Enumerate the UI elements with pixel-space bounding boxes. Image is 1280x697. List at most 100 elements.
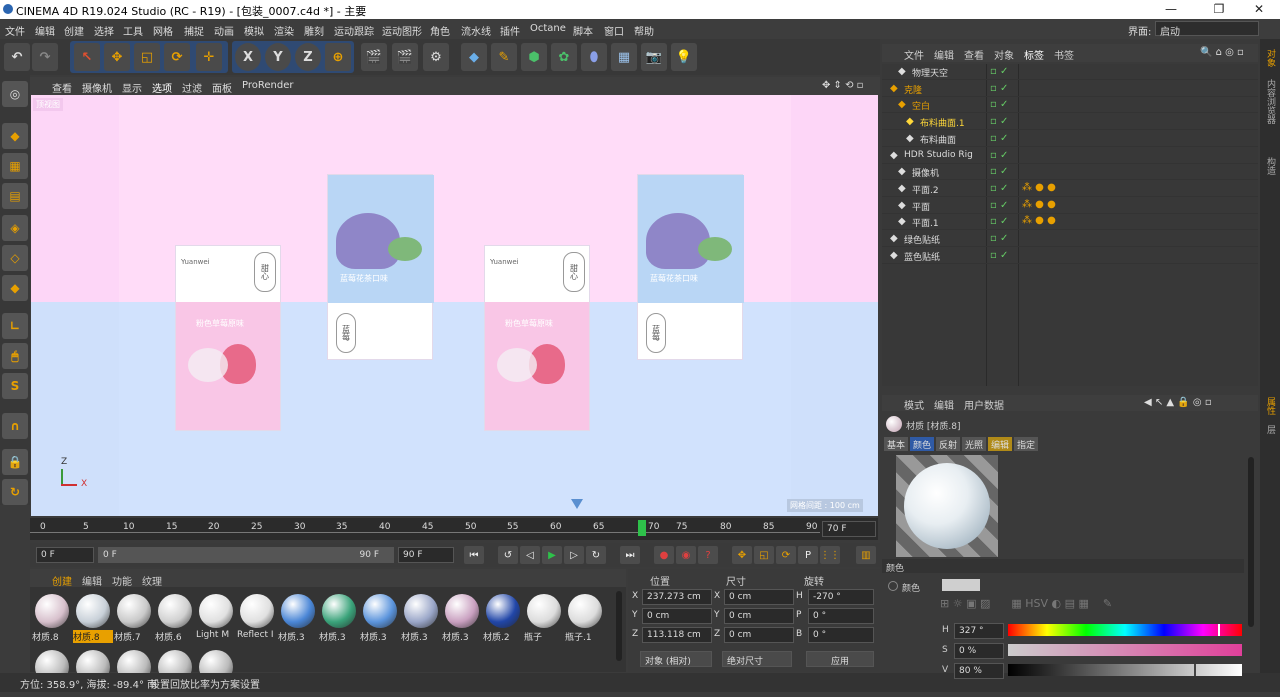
go-to-start-icon[interactable]: ⏮ bbox=[464, 546, 484, 564]
position-field[interactable]: 237.273 cm bbox=[642, 589, 712, 605]
texture-mode-icon[interactable]: ▦ bbox=[2, 153, 28, 179]
frame-range-slider[interactable]: 0 F 90 F bbox=[98, 547, 394, 563]
side-tab-structure[interactable]: 构造 bbox=[1264, 157, 1277, 175]
viewport-nav-icons[interactable]: ✥ ⇕ ⟲ ▫ bbox=[822, 80, 863, 91]
material-swatch[interactable]: 材质.2 bbox=[483, 591, 523, 643]
material-swatch[interactable]: 材质.3 bbox=[278, 591, 318, 643]
rotation-field[interactable]: -270 ° bbox=[808, 589, 874, 605]
tab-assign[interactable]: 指定 bbox=[1014, 437, 1039, 451]
visibility-icon[interactable]: ▫ ✓ bbox=[990, 133, 1008, 144]
object-row[interactable]: ◆ HDR Studio Rig ▫ ✓ bbox=[882, 148, 1258, 164]
position-field[interactable]: 113.118 cm bbox=[642, 627, 712, 643]
tab-basic[interactable]: 基本 bbox=[884, 437, 909, 451]
menu-tools[interactable]: 工具 bbox=[123, 23, 143, 38]
record-icon[interactable]: ● bbox=[654, 546, 674, 564]
attr-nav-icons[interactable]: ◀ ↖ ▲ 🔒 ◎ ▫ bbox=[1144, 397, 1212, 408]
side-tab-content-browser[interactable]: 内容浏览器 bbox=[1264, 79, 1277, 124]
render-view-icon[interactable]: 🎬 bbox=[361, 43, 387, 71]
vp-menu-display[interactable]: 显示 bbox=[122, 80, 142, 95]
mat-menu-create[interactable]: 创建 bbox=[52, 573, 72, 588]
timeline[interactable]: 0 5 10 15 20 25 30 35 40 45 50 55 60 65 … bbox=[30, 518, 878, 540]
menu-create[interactable]: 创建 bbox=[64, 23, 84, 38]
close-icon[interactable]: ✕ bbox=[1248, 2, 1270, 16]
obj-menu-bookmarks[interactable]: 书签 bbox=[1054, 47, 1074, 62]
object-row[interactable]: ◆ 平面 ▫ ✓ ⁂ ● ● bbox=[882, 198, 1258, 214]
saturation-field[interactable]: 0 % bbox=[954, 643, 1004, 659]
obj-menu-tags[interactable]: 标签 bbox=[1024, 47, 1044, 62]
saturation-slider[interactable] bbox=[1008, 644, 1242, 656]
menu-snap[interactable]: 捕捉 bbox=[184, 23, 204, 38]
hue-field[interactable]: 327 ° bbox=[954, 623, 1004, 639]
rotation-field[interactable]: 0 ° bbox=[808, 627, 874, 643]
viewport[interactable]: 顶视图 Yuanwei 甜心 粉色草莓原味 Yuanwei 甜心 粉色草莓原味 … bbox=[31, 95, 878, 516]
y-axis-lock[interactable]: Y bbox=[265, 43, 291, 71]
object-row[interactable]: ◆ 摄像机 ▫ ✓ bbox=[882, 164, 1258, 181]
tab-reflectance[interactable]: 反射 bbox=[936, 437, 961, 451]
vp-menu-filter[interactable]: 过滤 bbox=[182, 80, 202, 95]
tab-editor[interactable]: 编辑 bbox=[988, 437, 1013, 451]
material-swatch[interactable]: Light M bbox=[196, 591, 236, 641]
material-tag-icons[interactable]: ⁂ ● ● bbox=[1022, 199, 1056, 210]
floor-icon[interactable]: ▦ bbox=[611, 43, 637, 71]
camera-icon[interactable]: 📷 bbox=[641, 43, 667, 71]
object-row[interactable]: ◆ 布料曲面 ▫ ✓ bbox=[882, 131, 1258, 147]
menu-pipeline[interactable]: 流水线 bbox=[461, 23, 491, 38]
tab-illumination[interactable]: 光照 bbox=[962, 437, 987, 451]
vp-menu-view[interactable]: 查看 bbox=[52, 80, 72, 95]
material-swatch[interactable]: 材质.3 bbox=[401, 591, 441, 643]
rotate-tool-icon[interactable]: ⟳ bbox=[164, 43, 190, 71]
next-key-icon[interactable]: ↻ bbox=[586, 546, 606, 564]
end-frame-field[interactable]: 90 F bbox=[398, 547, 454, 563]
material-swatch[interactable]: 材质.7 bbox=[114, 591, 154, 643]
pen-icon[interactable]: ✎ bbox=[491, 43, 517, 71]
menu-help[interactable]: 帮助 bbox=[634, 23, 654, 38]
axis-mode-icon[interactable]: ∟ bbox=[2, 313, 28, 339]
size-field[interactable]: 0 cm bbox=[724, 608, 794, 624]
obj-menu-edit[interactable]: 编辑 bbox=[934, 47, 954, 62]
material-swatch[interactable]: 瓶子 bbox=[524, 591, 564, 643]
menu-motion-tracker[interactable]: 运动跟踪 bbox=[334, 23, 374, 38]
side-tab-attributes[interactable]: 属性 bbox=[1264, 397, 1277, 415]
visibility-icon[interactable]: ▫ ✓ bbox=[990, 99, 1008, 110]
workplane-mode-icon[interactable]: ▤ bbox=[2, 183, 28, 209]
value-field[interactable]: 80 % bbox=[954, 663, 1004, 679]
object-row[interactable]: ◆ 平面.1 ▫ ✓ ⁂ ● ● bbox=[882, 214, 1258, 231]
material-swatch[interactable]: 材质.3 bbox=[360, 591, 400, 643]
deformer-icon[interactable]: ⬮ bbox=[581, 43, 607, 71]
visibility-icon[interactable]: ▫ ✓ bbox=[990, 216, 1008, 227]
object-row[interactable]: ◆ 物理天空 ▫ ✓ bbox=[882, 64, 1258, 80]
autokey-icon[interactable]: ◉ bbox=[676, 546, 696, 564]
next-frame-icon[interactable]: ▷ bbox=[564, 546, 584, 564]
mat-menu-function[interactable]: 功能 bbox=[112, 573, 132, 588]
scale-tool-icon[interactable]: ◱ bbox=[134, 43, 160, 71]
transform-tool-icon[interactable]: ✛ bbox=[196, 43, 222, 71]
visibility-icon[interactable]: ▫ ✓ bbox=[990, 166, 1008, 177]
key-pla-icon[interactable]: ⋮⋮ bbox=[820, 546, 840, 564]
visibility-icon[interactable]: ▫ ✓ bbox=[990, 150, 1008, 161]
key-rotation-icon[interactable]: ⟳ bbox=[776, 546, 796, 564]
attr-scrollbar[interactable] bbox=[1248, 457, 1254, 627]
make-editable-icon[interactable]: ◎ bbox=[2, 81, 28, 107]
coordinate-system-icon[interactable]: ⊕ bbox=[325, 43, 351, 71]
vp-menu-prorender[interactable]: ProRender bbox=[242, 80, 293, 91]
hue-slider[interactable] bbox=[1008, 624, 1242, 636]
size-field[interactable]: 0 cm bbox=[724, 627, 794, 643]
redo-icon[interactable]: ↷ bbox=[32, 43, 58, 71]
visibility-icon[interactable]: ▫ ✓ bbox=[990, 183, 1008, 194]
select-tool-icon[interactable]: ↖ bbox=[74, 43, 100, 71]
light-icon[interactable]: 💡 bbox=[671, 43, 697, 71]
object-row[interactable]: ◆ 蓝色贴纸 ▫ ✓ bbox=[882, 248, 1258, 264]
edges-mode-icon[interactable]: ◇ bbox=[2, 245, 28, 271]
move-tool-icon[interactable]: ✥ bbox=[104, 43, 130, 71]
menu-edit[interactable]: 编辑 bbox=[35, 23, 55, 38]
object-row[interactable]: ◆ 克隆 ▫ ✓ bbox=[882, 81, 1258, 97]
snap-s-icon[interactable]: S bbox=[2, 373, 28, 399]
material-swatch[interactable]: 材质.3 bbox=[442, 591, 482, 643]
x-axis-lock[interactable]: X bbox=[235, 43, 261, 71]
previous-key-icon[interactable]: ↺ bbox=[498, 546, 518, 564]
polygons-mode-icon[interactable]: ◆ bbox=[2, 275, 28, 301]
menu-simulate[interactable]: 模拟 bbox=[244, 23, 264, 38]
menu-render[interactable]: 渲染 bbox=[274, 23, 294, 38]
minimize-icon[interactable]: — bbox=[1160, 2, 1182, 16]
interface-select[interactable]: 启动 bbox=[1155, 21, 1259, 38]
